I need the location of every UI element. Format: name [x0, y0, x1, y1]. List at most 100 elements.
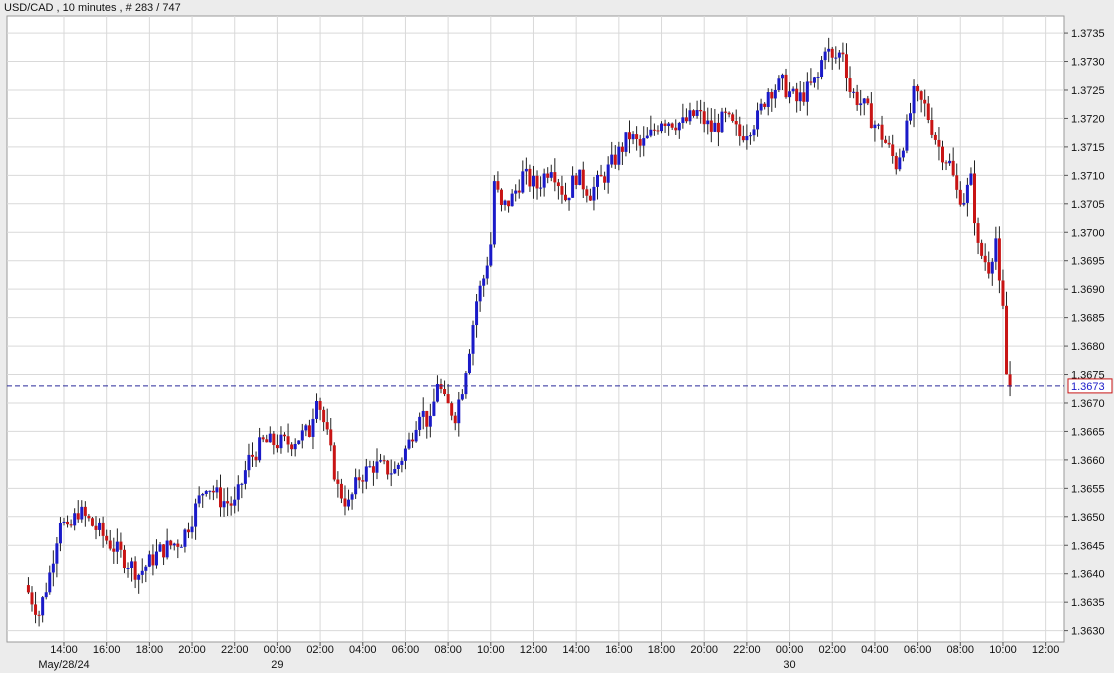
candle-body	[670, 123, 674, 128]
candle-body	[325, 422, 329, 430]
candle-body	[887, 142, 891, 145]
candle-body	[994, 238, 998, 262]
candle-body	[482, 278, 486, 286]
candle-body	[535, 175, 539, 189]
candle-body	[884, 139, 888, 143]
candle-body	[411, 439, 415, 442]
y-tick-label: 1.3630	[1071, 626, 1105, 638]
candle-body	[172, 543, 176, 546]
candle-body	[300, 430, 304, 441]
candle-body	[635, 134, 639, 140]
candle-body	[656, 130, 660, 132]
candle-body	[976, 223, 980, 243]
candle-body	[211, 490, 215, 493]
candle-body	[439, 384, 443, 390]
candle-body	[126, 568, 130, 570]
candle-body	[357, 477, 361, 481]
candle-body	[69, 524, 73, 526]
candle-body	[613, 154, 617, 165]
candle-body	[524, 168, 528, 172]
candle-body	[158, 544, 162, 552]
candle-body	[684, 117, 688, 122]
candle-body	[290, 444, 294, 450]
candle-body	[254, 456, 258, 461]
y-tick-label: 1.3710	[1071, 170, 1105, 182]
candle-body	[496, 181, 500, 190]
candle-body	[283, 434, 287, 437]
candle-body	[556, 182, 560, 187]
candle-body	[553, 172, 557, 183]
candle-body	[823, 51, 827, 61]
x-tick-label: 14:00	[562, 644, 590, 656]
candle-body	[311, 418, 315, 437]
candle-body	[133, 561, 137, 580]
candle-body	[798, 92, 802, 102]
candle-body	[663, 123, 667, 127]
candle-body	[229, 503, 233, 506]
candle-body	[485, 265, 489, 279]
candle-body	[371, 466, 375, 473]
y-tick-label: 1.3640	[1071, 569, 1105, 581]
candle-body	[119, 541, 123, 550]
candle-body	[215, 487, 219, 493]
candle-body	[642, 138, 646, 146]
candle-body	[140, 570, 144, 575]
y-tick-label: 1.3660	[1071, 455, 1105, 467]
candle-body	[563, 194, 567, 201]
candle	[332, 442, 336, 482]
candle-body	[926, 103, 930, 121]
candle-body	[179, 546, 183, 548]
candle-body	[514, 190, 518, 194]
candlestick-chart: 1.3673 1.3630 1.3635 1.3640 1.3645 1.3650 1.3…	[6, 15, 1113, 671]
candle-body	[218, 487, 222, 508]
candle-body	[322, 409, 326, 423]
candle-body	[560, 186, 564, 195]
candle-body	[279, 434, 283, 449]
y-tick-label: 1.3635	[1071, 597, 1105, 609]
candle-body	[724, 111, 728, 113]
candle-body	[528, 168, 532, 187]
x-tick-label: 06:00	[392, 644, 420, 656]
candle-body	[777, 78, 781, 90]
candle-body	[802, 92, 806, 102]
candle-body	[478, 285, 482, 302]
candle-body	[649, 129, 653, 136]
candle-body	[41, 597, 45, 616]
candle-body	[581, 169, 585, 190]
candle-body	[699, 110, 703, 112]
candle-body	[492, 181, 496, 245]
candle-body	[339, 483, 343, 499]
candle-body	[738, 124, 742, 137]
candle-body	[186, 529, 190, 533]
x-tick-label: 12:00	[520, 644, 548, 656]
candle-body	[894, 155, 898, 170]
candle-body	[866, 98, 870, 104]
candle-body	[891, 144, 895, 156]
candle-body	[795, 88, 799, 102]
candle-body	[336, 479, 340, 484]
candle-body	[425, 410, 429, 427]
y-tick-label: 1.3735	[1071, 28, 1105, 40]
candle-body	[453, 415, 457, 424]
candle-body	[318, 400, 322, 410]
candle-body	[154, 551, 158, 566]
candle-body	[90, 518, 94, 526]
candle-body	[144, 566, 148, 571]
y-tick-label: 1.3720	[1071, 113, 1105, 125]
candle-body	[265, 439, 269, 443]
x-tick-label: 02:00	[818, 644, 846, 656]
candle-body	[837, 52, 841, 58]
candle-body	[567, 197, 571, 201]
candle-body	[955, 175, 959, 190]
candle-body	[965, 184, 969, 203]
candle-body	[830, 48, 834, 58]
candle-body	[386, 460, 390, 475]
y-tick-label: 1.3725	[1071, 85, 1105, 97]
candle-body	[880, 124, 884, 140]
candle-body	[471, 325, 475, 354]
candle-body	[542, 173, 546, 188]
candle-body	[620, 146, 624, 152]
x-tick-label: 10:00	[477, 644, 505, 656]
candle-body	[531, 175, 535, 187]
candle-body	[923, 99, 927, 104]
